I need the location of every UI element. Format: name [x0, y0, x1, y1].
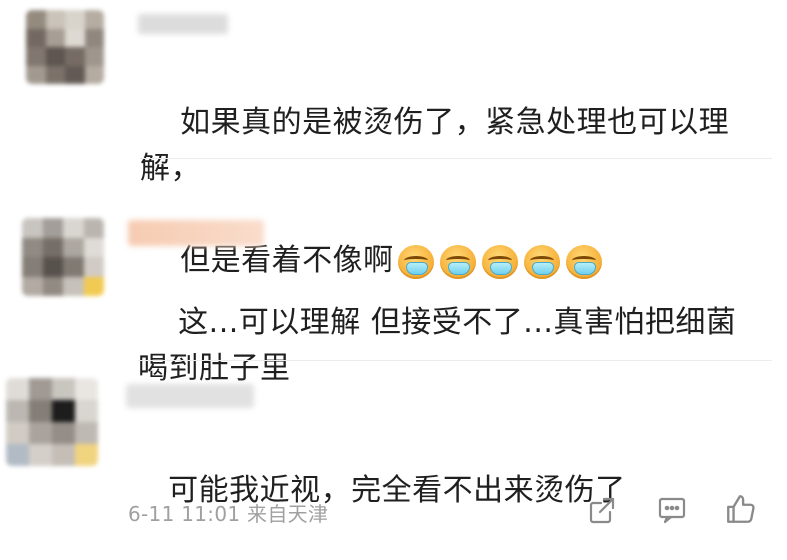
comment-2: 这...可以理解 但接受不了...真害怕把细菌喝到肚子里: [0, 190, 787, 386]
avatar[interactable]: [6, 378, 98, 466]
username-blurred[interactable]: [138, 14, 228, 34]
divider: [140, 158, 772, 159]
avatar[interactable]: [22, 218, 104, 296]
share-icon[interactable]: [586, 494, 618, 526]
username-blurred[interactable]: [128, 220, 264, 246]
avatar[interactable]: [26, 10, 104, 84]
comment-meta: 6-11 11:01 来自天津: [128, 502, 329, 526]
comment-text: 可能我近视，完全看不出来烫伤了: [128, 422, 768, 560]
username-blurred[interactable]: [126, 384, 254, 408]
comment-icon[interactable]: [656, 494, 688, 526]
thumbs-up-icon[interactable]: [724, 492, 758, 526]
comment-1: 如果真的是被烫伤了，紧急处理也可以理解， 但是看着不像啊: [0, 0, 787, 279]
comment-text-line-1: 如果真的是被烫伤了，紧急处理也可以理解，: [140, 105, 730, 186]
comment-3: 可能我近视，完全看不出来烫伤了 6-11 11:01 来自天津: [0, 370, 787, 543]
divider: [138, 360, 772, 361]
